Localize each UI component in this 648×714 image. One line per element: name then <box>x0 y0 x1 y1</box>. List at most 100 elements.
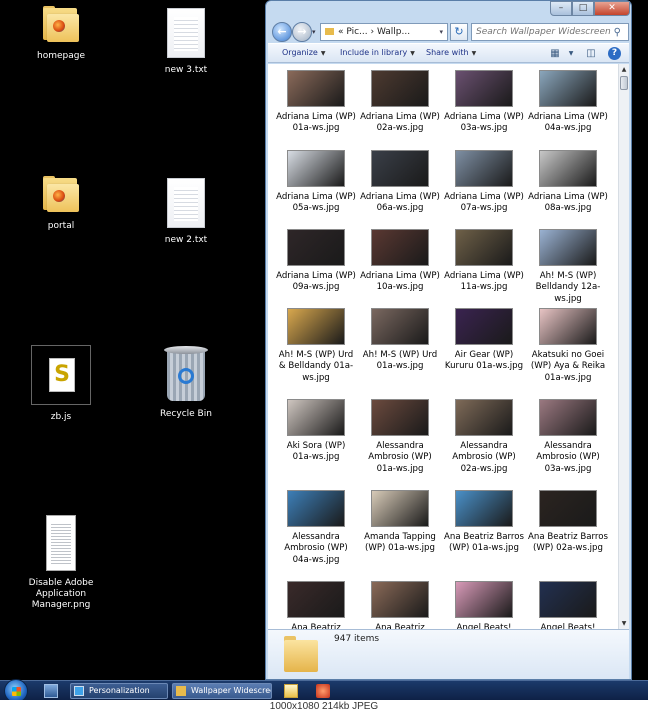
maximize-button[interactable]: □ <box>572 1 594 16</box>
share-label: Share with <box>426 48 469 57</box>
desktop-icon-recycle-bin[interactable]: Recycle Bin <box>146 346 226 420</box>
paint-icon[interactable] <box>316 684 330 698</box>
file-name: Ana Beatriz Barros (WP) 02a-ws.jpg <box>528 532 608 554</box>
file-name: Adriana Lima (WP) 08a-ws.jpg <box>528 192 608 214</box>
text-file-icon <box>167 8 205 58</box>
image-thumbnail <box>539 490 597 527</box>
file-item[interactable]: Adriana Lima (WP) 07a-ws.jpg <box>442 148 526 227</box>
notepad-icon[interactable] <box>284 684 298 698</box>
file-item[interactable]: Amanda Tapping (WP) 01a-ws.jpg <box>358 488 442 579</box>
scroll-down-icon[interactable]: ▼ <box>619 618 629 629</box>
desktop-icon-label: new 2.txt <box>164 235 208 245</box>
file-item[interactable]: Ah! M-S (WP) Belldandy 12a-ws.jpg <box>526 227 610 306</box>
file-name: Adriana Lima (WP) 05a-ws.jpg <box>276 192 356 214</box>
file-name: Ah! M-S (WP) Urd & Belldandy 01a-ws.jpg <box>278 350 354 383</box>
file-item[interactable]: Adriana Lima (WP) 11a-ws.jpg <box>442 227 526 306</box>
file-name: Ah! M-S (WP) Urd 01a-ws.jpg <box>362 350 438 372</box>
view-options-chevron-icon[interactable]: ▼ <box>564 47 578 60</box>
desktop-icon-label: zb.js <box>50 412 72 422</box>
search-input[interactable] <box>471 23 629 41</box>
file-item[interactable]: Ana Beatriz Barros (WP) 01a-ws.jpg <box>442 488 526 579</box>
close-button[interactable]: ✕ <box>594 1 630 16</box>
file-item[interactable]: Adriana Lima (WP) 05a-ws.jpg <box>274 148 358 227</box>
image-thumbnail <box>371 308 429 345</box>
file-item[interactable]: Ana Beatriz Barros (WP) 02a-ws.jpg <box>526 488 610 579</box>
chevron-down-icon[interactable]: ▾ <box>439 24 443 40</box>
file-list: Adriana Lima (WP) 01a-ws.jpg Adriana Lima… <box>268 64 618 629</box>
file-name: Adriana Lima (WP) 07a-ws.jpg <box>444 192 524 214</box>
back-button[interactable]: ← <box>272 22 292 42</box>
folder-icon <box>41 6 81 44</box>
image-thumbnail <box>287 70 345 107</box>
file-name: Adriana Lima (WP) 10a-ws.jpg <box>360 271 440 293</box>
file-name: Ah! M-S (WP) Belldandy 12a-ws.jpg <box>535 271 601 304</box>
file-name: Adriana Lima (WP) 09a-ws.jpg <box>276 271 356 293</box>
vertical-scrollbar[interactable]: ▲ ▼ <box>618 64 629 629</box>
include-in-library-button[interactable]: Include in library ▼ <box>340 48 415 57</box>
file-name: Adriana Lima (WP) 01a-ws.jpg <box>276 112 356 134</box>
file-item[interactable]: Adriana Lima (WP) 02a-ws.jpg <box>358 68 442 148</box>
image-thumbnail <box>287 308 345 345</box>
file-name: Air Gear (WP) Kururu 01a-ws.jpg <box>444 350 524 372</box>
image-thumbnail <box>371 399 429 436</box>
image-file-icon <box>46 515 76 571</box>
search-icon[interactable]: ⚲ <box>614 27 621 38</box>
file-item[interactable]: Ah! M-S (WP) Urd 01a-ws.jpg <box>358 306 442 397</box>
file-item[interactable]: Alessandra Ambrosio (WP) 04a-ws.jpg <box>274 488 358 579</box>
taskbar-button-wallpaper-widescreen[interactable]: Wallpaper Widescreen <box>172 683 272 699</box>
change-view-icon[interactable]: ▦ <box>548 47 562 60</box>
file-item[interactable]: Ana Beatriz <box>274 579 358 629</box>
file-item[interactable]: Ah! M-S (WP) Urd & Belldandy 01a-ws.jpg <box>274 306 358 397</box>
desktop-icon-label: Disable Adobe Application Manager.png <box>28 578 94 610</box>
file-item[interactable]: Adriana Lima (WP) 08a-ws.jpg <box>526 148 610 227</box>
file-item[interactable]: Adriana Lima (WP) 06a-ws.jpg <box>358 148 442 227</box>
desktop-icon-new-3-txt[interactable]: new 3.txt <box>146 8 226 76</box>
desktop-icon-new-2-txt[interactable]: new 2.txt <box>146 178 226 246</box>
desktop-icon-zb-js[interactable]: S zb.js <box>21 345 101 423</box>
desktop-icon-label: homepage <box>37 51 85 61</box>
folder-icon <box>41 176 81 214</box>
file-name: Adriana Lima (WP) 04a-ws.jpg <box>528 112 608 134</box>
taskbar-button-personalization[interactable]: Personalization <box>70 683 168 699</box>
recent-pages-dropdown[interactable]: ▾ <box>312 28 316 36</box>
show-desktop-icon[interactable] <box>44 684 58 698</box>
explorer-window: – □ ✕ ← → ▾ « Pic... › Wallp... ▾ ↻ ⚲ Or… <box>265 0 632 680</box>
refresh-button[interactable]: ↻ <box>450 23 468 41</box>
scrollbar-thumb[interactable] <box>620 76 628 90</box>
file-item[interactable]: Air Gear (WP) Kururu 01a-ws.jpg <box>442 306 526 397</box>
file-item[interactable]: Adriana Lima (WP) 03a-ws.jpg <box>442 68 526 148</box>
file-name: Alessandra Ambrosio (WP) 03a-ws.jpg <box>536 441 600 474</box>
address-bar[interactable]: « Pic... › Wallp... ▾ <box>320 23 448 41</box>
file-item[interactable]: Adriana Lima (WP) 10a-ws.jpg <box>358 227 442 306</box>
desktop-icon-portal[interactable]: portal <box>21 176 101 232</box>
desktop-icon-homepage[interactable]: homepage <box>21 6 101 62</box>
file-item[interactable]: Adriana Lima (WP) 01a-ws.jpg <box>274 68 358 148</box>
file-item[interactable]: Akatsuki no Goei (WP) Aya & Reika 01a-ws… <box>526 306 610 397</box>
scroll-up-icon[interactable]: ▲ <box>619 64 629 75</box>
file-item[interactable]: Adriana Lima (WP) 04a-ws.jpg <box>526 68 610 148</box>
image-thumbnail <box>455 490 513 527</box>
file-item[interactable]: Angel Beats! <box>526 579 610 629</box>
include-label: Include in library <box>340 48 408 57</box>
file-item[interactable]: Ana Beatriz <box>358 579 442 629</box>
forward-button[interactable]: → <box>292 22 312 42</box>
preview-pane-icon[interactable]: ◫ <box>584 47 598 60</box>
file-item[interactable]: Aki Sora (WP) 01a-ws.jpg <box>274 397 358 488</box>
chevron-down-icon: ▼ <box>320 50 326 57</box>
file-item[interactable]: Alessandra Ambrosio (WP) 02a-ws.jpg <box>442 397 526 488</box>
file-item[interactable]: Alessandra Ambrosio (WP) 03a-ws.jpg <box>526 397 610 488</box>
help-icon[interactable]: ? <box>608 47 621 60</box>
image-thumbnail <box>539 308 597 345</box>
title-bar[interactable]: – □ ✕ <box>266 1 631 17</box>
recycle-bin-icon <box>162 346 210 402</box>
share-with-button[interactable]: Share with ▼ <box>426 48 476 57</box>
file-item[interactable]: Angel Beats! <box>442 579 526 629</box>
image-thumbnail <box>539 229 597 266</box>
file-item[interactable]: Adriana Lima (WP) 09a-ws.jpg <box>274 227 358 306</box>
details-pane: 947 items <box>268 629 629 679</box>
desktop-icon-disable-adobe-png[interactable]: Disable Adobe Application Manager.png <box>6 515 116 611</box>
file-item[interactable]: Alessandra Ambrosio (WP) 01a-ws.jpg <box>358 397 442 488</box>
organize-button[interactable]: Organize ▼ <box>282 48 325 57</box>
file-name: Amanda Tapping (WP) 01a-ws.jpg <box>364 532 436 554</box>
minimize-button[interactable]: – <box>550 1 572 16</box>
